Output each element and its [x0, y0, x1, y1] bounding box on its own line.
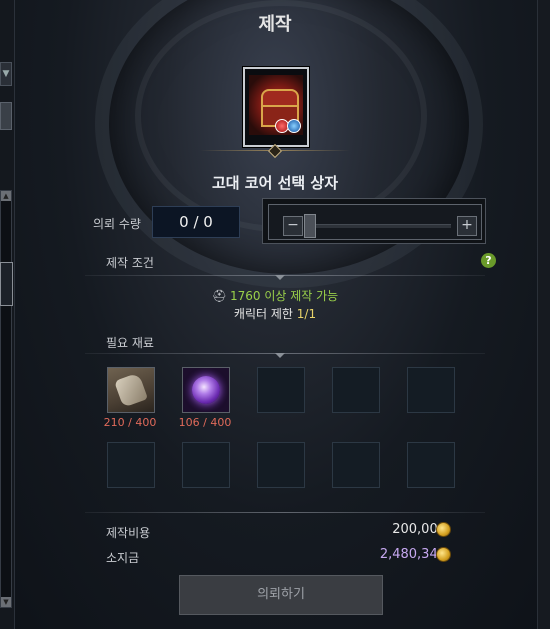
side-scrollbar[interactable]: ▲ ▼	[0, 190, 12, 608]
character-limit-value: 1/1	[296, 307, 317, 321]
material-count: 106 / 400	[178, 416, 232, 429]
slider-track[interactable]	[305, 224, 451, 228]
treasure-chest-icon	[249, 75, 303, 135]
material-count: 210 / 400	[103, 416, 157, 429]
increase-button[interactable]: +	[457, 216, 477, 236]
materials-divider	[85, 353, 485, 354]
cost-divider	[85, 512, 485, 513]
divider-arrow-icon	[275, 353, 285, 358]
character-limit-label: 캐릭터 제한	[233, 307, 297, 321]
empty-material-slot	[332, 442, 380, 488]
request-button[interactable]: 의뢰하기	[179, 575, 383, 615]
gold-coin-icon	[436, 522, 451, 537]
materials-label: 필요 재료	[106, 336, 154, 350]
empty-material-slot	[257, 442, 305, 488]
decrease-button[interactable]: −	[283, 216, 303, 236]
item-icon-frame[interactable]	[243, 67, 309, 147]
slider-frame: − +	[268, 204, 482, 240]
scroll-down-icon[interactable]: ▼	[1, 597, 11, 607]
crafting-window: ▼ ▲ ▼ 제작 고대 코어 선택 상자 의뢰 수량 0 / 0 − + 제작 …	[0, 0, 550, 629]
empty-material-slot	[332, 367, 380, 413]
empty-material-slot	[107, 442, 155, 488]
conditions-label: 제작 조건	[106, 256, 154, 270]
orb-shape	[192, 376, 220, 404]
slider-thumb[interactable]	[304, 214, 316, 238]
owned-money-label: 소지금	[106, 551, 140, 565]
empty-material-slot	[407, 442, 455, 488]
gold-coin-icon	[436, 547, 451, 562]
window-title: 제작	[258, 14, 292, 35]
cost-label: 제작비용	[106, 526, 151, 540]
item-name: 고대 코어 선택 상자	[211, 174, 339, 192]
level-condition-text: 1760 이상 제작 가능	[230, 289, 339, 303]
side-panel-button[interactable]	[0, 102, 12, 130]
divider-arrow-icon	[275, 275, 285, 280]
help-icon[interactable]: ?	[481, 253, 496, 268]
quantity-label: 의뢰 수량	[93, 217, 141, 231]
character-limit: 캐릭터 제한 1/1	[0, 305, 550, 322]
empty-material-slot	[257, 367, 305, 413]
helmet-icon: ⛑	[211, 289, 227, 303]
empty-material-slot	[407, 367, 455, 413]
ore-bag-shape	[113, 372, 149, 408]
level-condition: ⛑ 1760 이상 제작 가능	[0, 287, 550, 304]
blue-gem-shape	[287, 119, 301, 133]
conditions-divider	[85, 275, 485, 276]
quantity-input[interactable]: 0 / 0	[152, 206, 240, 238]
chevron-down-icon[interactable]: ▼	[0, 62, 12, 86]
quantity-slider: − +	[262, 198, 486, 244]
empty-material-slot	[182, 442, 230, 488]
purple-orb-icon[interactable]	[182, 367, 230, 413]
ore-bag-icon[interactable]	[107, 367, 155, 413]
